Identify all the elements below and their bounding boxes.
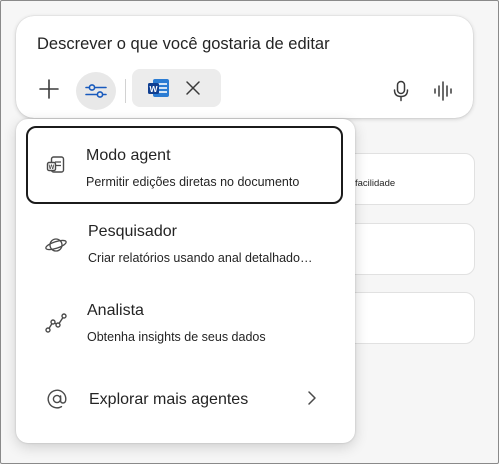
menu-item-title: Analista [87,302,144,319]
word-agent-icon: W [44,153,68,177]
tools-button[interactable] [76,72,116,110]
chevron-right-icon [305,389,319,412]
toolbar-divider [125,79,126,103]
menu-item-modo-agent[interactable]: W Modo agent Permitir edições diretas no… [26,126,343,204]
app-frame: facilidade Descrever o que você gostaria… [0,0,499,464]
prompt-composer: Descrever o que você gostaria de editar [16,16,473,118]
menu-item-title: Modo agent [86,147,171,164]
voice-mode-button[interactable] [426,74,460,108]
agents-menu: W Modo agent Permitir edições diretas no… [16,119,355,443]
menu-item-subtitle: Permitir edições diretas no documento [86,175,300,189]
menu-item-analista[interactable]: Analista Obtenha insights de seus dados [26,291,343,359]
svg-text:W: W [49,165,55,171]
menu-item-explorar-mais-agentes[interactable]: Explorar mais agentes [26,377,343,421]
planet-icon [44,233,68,257]
menu-item-subtitle: Obtenha insights de seus dados [87,330,266,344]
menu-item-subtitle: Criar relatórios usando anal detalhado… [88,251,313,265]
prompt-input[interactable]: Descrever o que você gostaria de editar [37,35,330,54]
chart-line-icon [44,311,68,335]
add-button[interactable] [32,72,66,106]
menu-item-title: Explorar mais agentes [89,391,249,408]
remove-chip-button[interactable] [184,79,202,102]
at-sign-icon [45,387,69,411]
word-doc-icon: W [147,77,171,104]
agent-chip[interactable]: W [132,69,221,107]
svg-text:W: W [149,84,158,94]
menu-item-title: Pesquisador [88,223,177,240]
voice-waveform-icon [434,81,452,101]
menu-item-pesquisador[interactable]: Pesquisador Criar relatórios usando anal… [26,213,343,281]
microphone-icon [393,80,409,102]
plus-icon [39,79,59,99]
close-icon [186,81,200,95]
microphone-button[interactable] [384,74,418,108]
sliders-icon [85,84,107,98]
suggestion-card-text: facilidade [355,178,396,189]
